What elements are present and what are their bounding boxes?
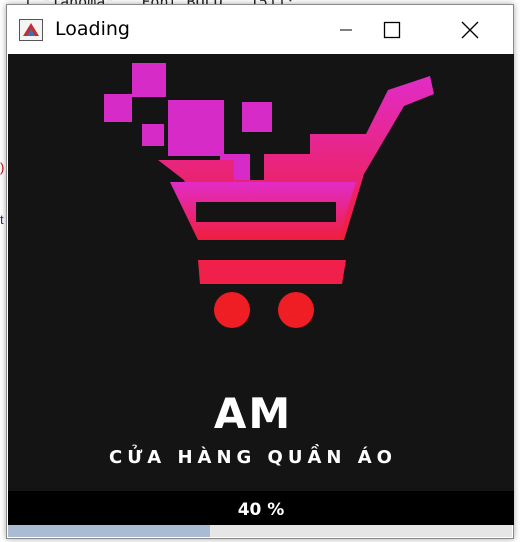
close-icon (461, 21, 479, 38)
logo-pixel (104, 94, 132, 122)
title-bar[interactable]: Loading (7, 5, 513, 54)
window-title: Loading (55, 18, 130, 40)
minimize-icon (340, 29, 352, 30)
logo-pixel (168, 100, 224, 156)
java-app-icon (19, 19, 43, 41)
progress-fill (8, 525, 210, 537)
splash-panel: AM CỬA HÀNG QUẦN ÁO (8, 54, 514, 492)
loading-window: Loading AM CỬA HÀNG QUẦN ÁO 40 % (6, 4, 514, 539)
progress-bar (8, 525, 512, 537)
status-bar: 40 % (8, 491, 514, 525)
brand-name: AM (213, 389, 293, 438)
maximize-button[interactable] (369, 5, 415, 54)
store-subtitle: CỬA HÀNG QUẦN ÁO (109, 447, 397, 468)
cart-base (198, 260, 346, 284)
logo-pixel (142, 124, 164, 146)
logo-pixel (242, 102, 272, 132)
progress-label: 40 % (237, 500, 285, 520)
close-button[interactable] (447, 5, 493, 54)
cart-wheel (278, 292, 314, 328)
cart-wheel (214, 292, 250, 328)
shopping-cart-logo (104, 63, 434, 328)
maximize-icon (383, 21, 401, 38)
logo-pixel (132, 63, 166, 97)
minimize-button[interactable] (323, 5, 369, 54)
